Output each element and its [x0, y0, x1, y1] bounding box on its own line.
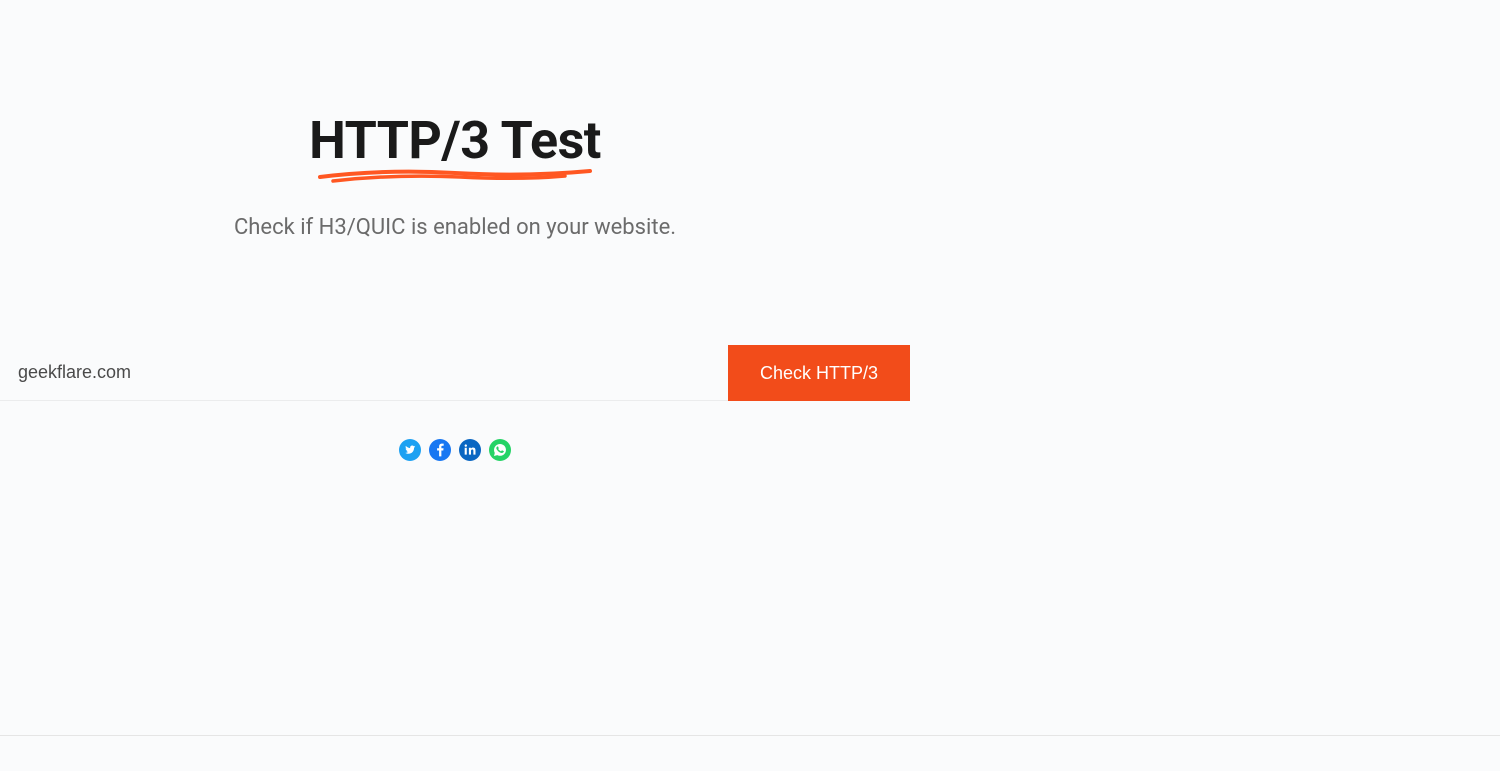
title-underline-decoration	[315, 167, 595, 185]
page-subtitle: Check if H3/QUIC is enabled on your webs…	[234, 215, 676, 240]
facebook-icon[interactable]	[429, 439, 451, 461]
linkedin-icon[interactable]	[459, 439, 481, 461]
social-share-row	[399, 439, 511, 461]
main-container: HTTP/3 Test Check if H3/QUIC is enabled …	[0, 0, 910, 461]
whatsapp-icon[interactable]	[489, 439, 511, 461]
title-section: HTTP/3 Test	[309, 110, 601, 185]
url-form: Check HTTP/3	[0, 345, 910, 401]
footer-divider	[0, 735, 1500, 736]
url-input[interactable]	[0, 345, 728, 401]
check-button[interactable]: Check HTTP/3	[728, 345, 910, 401]
page-title: HTTP/3 Test	[309, 110, 601, 171]
twitter-icon[interactable]	[399, 439, 421, 461]
